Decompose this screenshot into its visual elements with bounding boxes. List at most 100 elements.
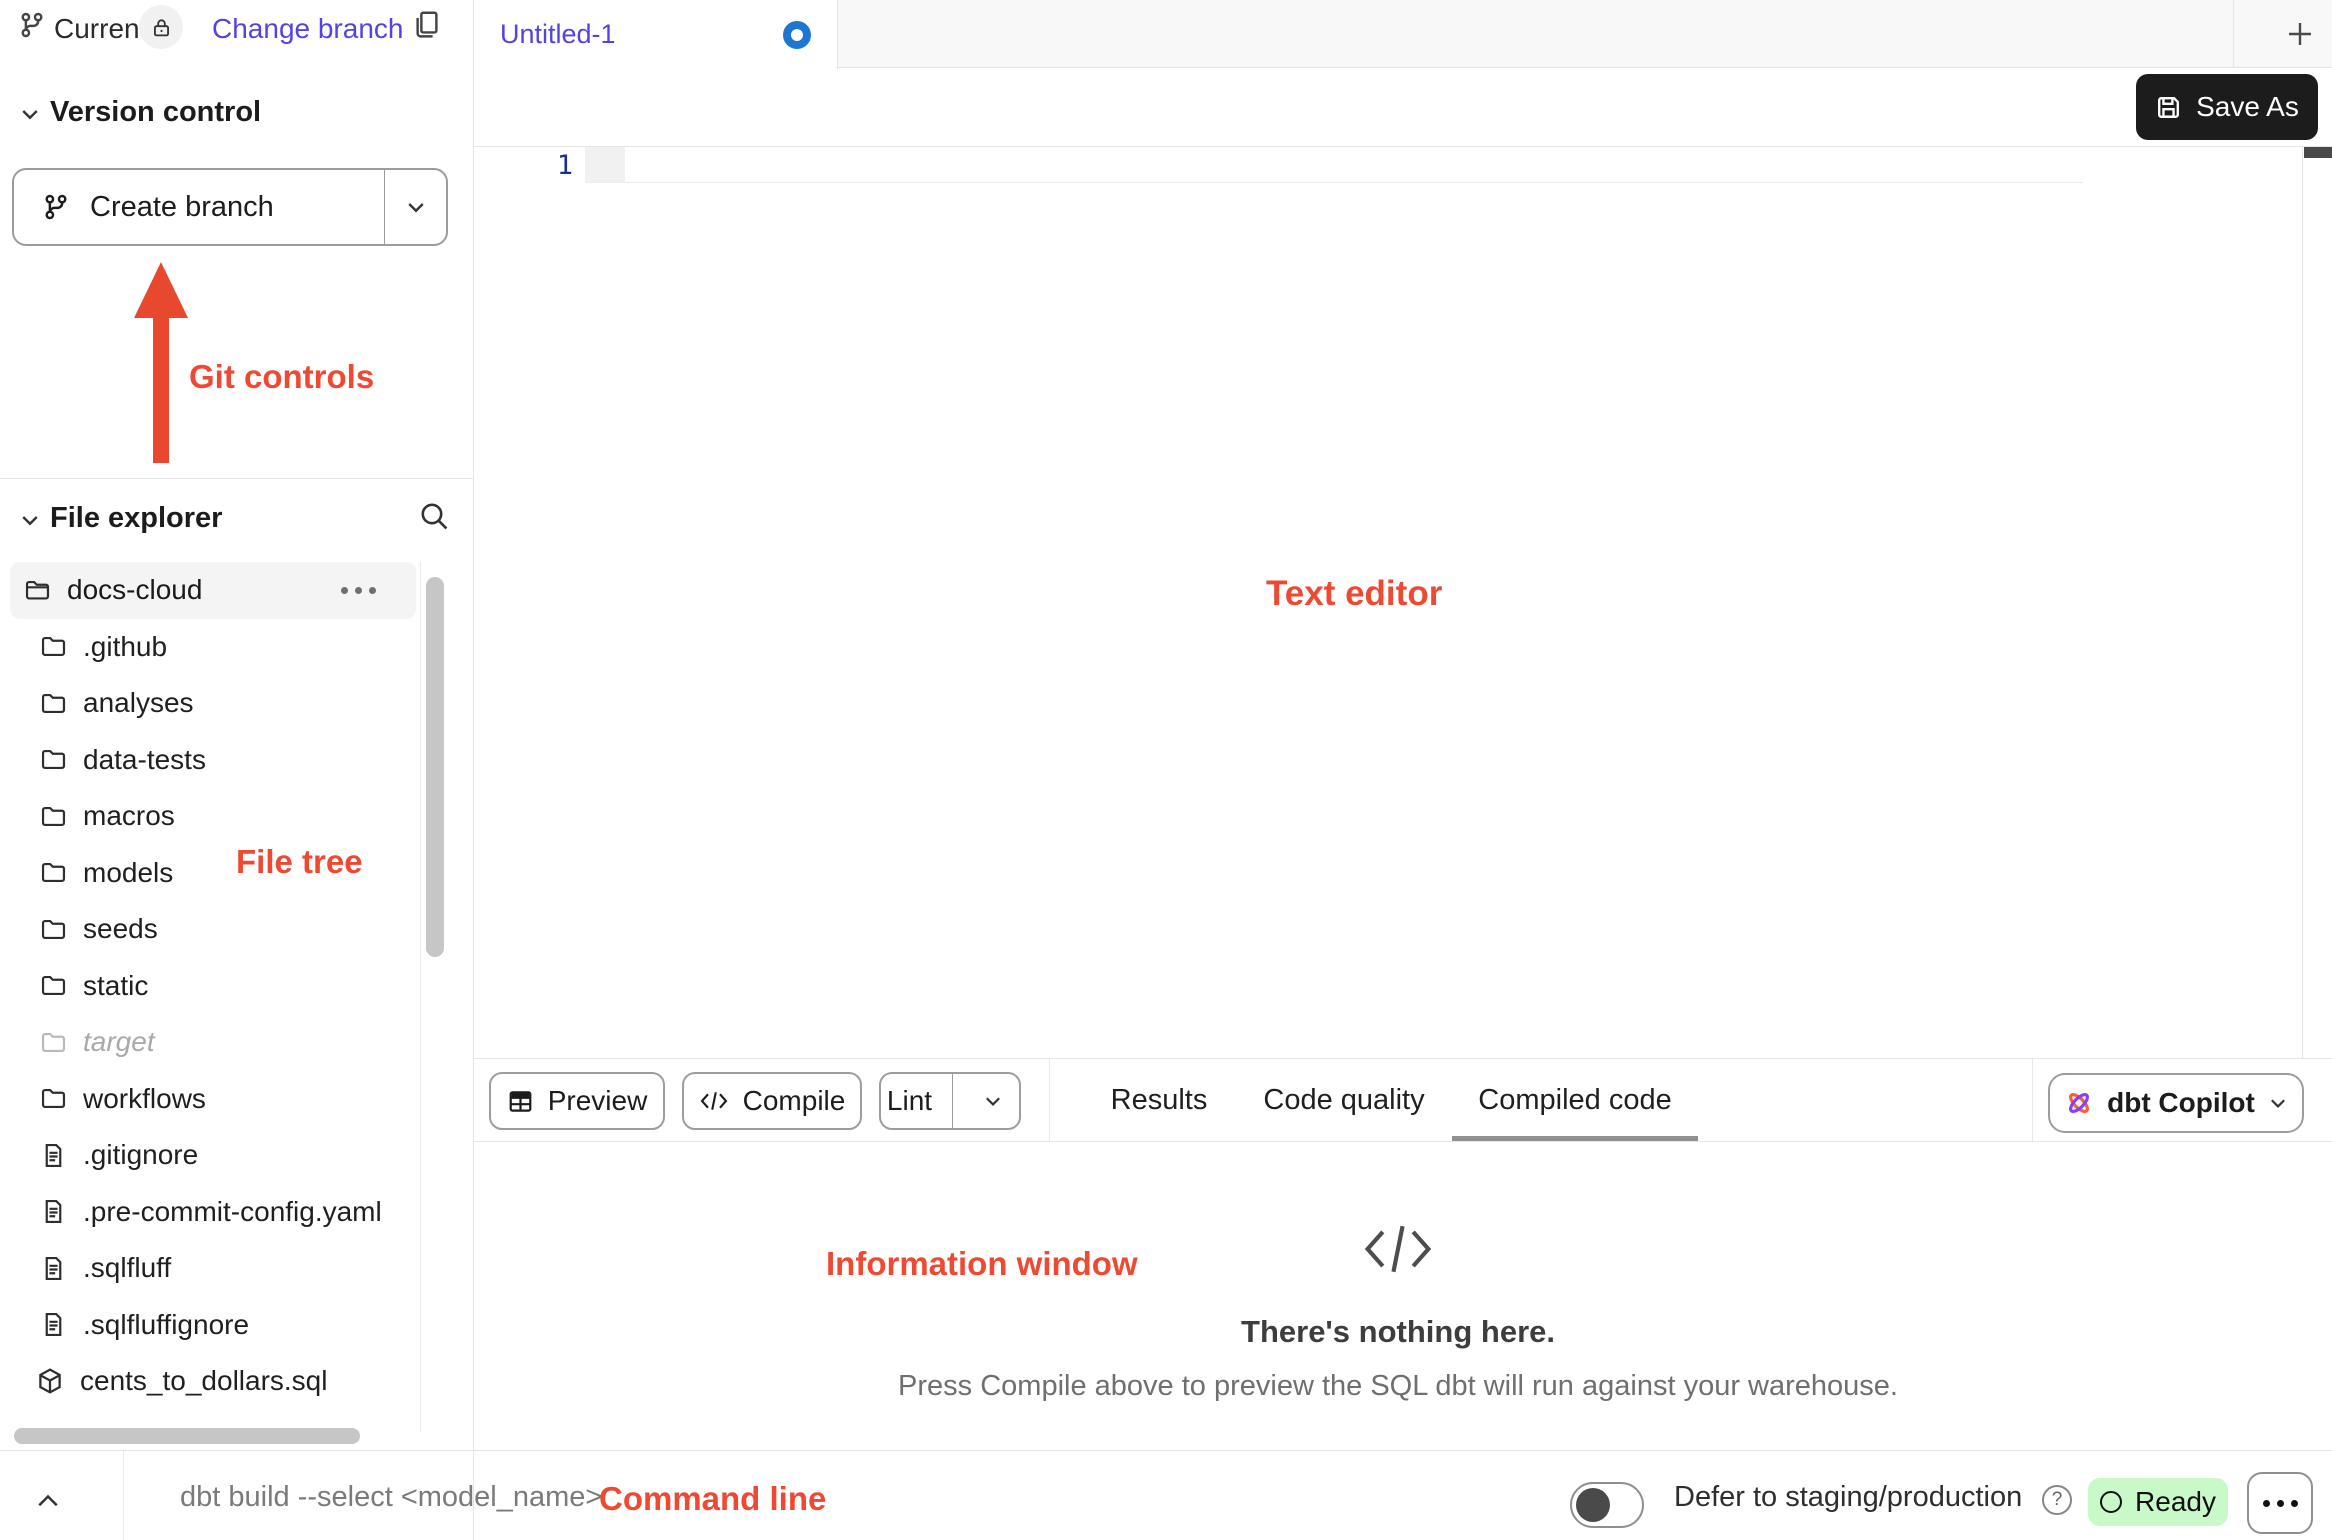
- folder-icon: [40, 916, 67, 943]
- lint-button-group[interactable]: Lint: [879, 1072, 1021, 1130]
- status-badge: Ready: [2088, 1478, 2228, 1526]
- toggle-knob: [1576, 1488, 1610, 1522]
- lint-label[interactable]: Lint: [881, 1085, 938, 1117]
- version-control-header: Version control: [50, 96, 261, 129]
- tree-item-sqlfluffignore[interactable]: .sqlfluffignore: [10, 1297, 416, 1354]
- collapse-version-control-icon[interactable]: [18, 102, 42, 126]
- preview-label: Preview: [548, 1085, 648, 1117]
- copy-icon[interactable]: [412, 9, 442, 39]
- create-branch-split-divider: [384, 170, 385, 244]
- more-options-icon[interactable]: [341, 587, 376, 594]
- chevron-up-icon[interactable]: [34, 1488, 62, 1512]
- defer-label: Defer to staging/production: [1674, 1481, 2022, 1514]
- tree-item-cents-to-dollars[interactable]: cents_to_dollars.sql: [10, 1353, 416, 1410]
- tree-item-label: .github: [83, 631, 167, 663]
- tree-item-label: data-tests: [83, 744, 206, 776]
- tree-item-sqlfluff[interactable]: .sqlfluff: [10, 1240, 416, 1297]
- tree-item-analyses[interactable]: analyses: [10, 675, 416, 732]
- compile-label: Compile: [743, 1085, 846, 1117]
- editor-active-line[interactable]: [625, 148, 2083, 181]
- search-icon[interactable]: [418, 500, 450, 532]
- dbt-cloud-ide: Current Change branch Version control Cr…: [0, 0, 2332, 1540]
- empty-state-subtitle: Press Compile above to preview the SQL d…: [768, 1370, 2028, 1403]
- unsaved-changes-dot: [783, 21, 811, 49]
- editor-scrollbar-thumb[interactable]: [2304, 147, 2332, 158]
- compile-button[interactable]: Compile: [682, 1072, 862, 1130]
- folder-icon: [40, 633, 67, 660]
- panel-tab-label: Compiled code: [1478, 1084, 1671, 1117]
- panel-tab-label: Code quality: [1263, 1084, 1424, 1117]
- panel-toolbar-border: [474, 1141, 2332, 1142]
- save-icon: [2155, 94, 2182, 121]
- information-window-annotation: Information window: [826, 1245, 1138, 1283]
- sidebar-border: [473, 0, 474, 1540]
- collapse-file-explorer-icon[interactable]: [18, 508, 42, 532]
- code-empty-state-icon: [1360, 1218, 1436, 1280]
- tree-item-label: .pre-commit-config.yaml: [83, 1196, 382, 1228]
- file-tree: docs-cloud .github analyses data-tests m…: [10, 562, 416, 1410]
- scrollbar-track: [420, 562, 421, 1432]
- horizontal-scrollbar-thumb[interactable]: [14, 1428, 360, 1444]
- tree-item-seeds[interactable]: seeds: [10, 901, 416, 958]
- file-icon: [40, 1311, 67, 1338]
- folder-icon: [40, 803, 67, 830]
- vertical-scrollbar-thumb[interactable]: [426, 577, 444, 957]
- tree-item-docs-cloud[interactable]: docs-cloud: [10, 562, 416, 619]
- change-branch-link[interactable]: Change branch: [212, 13, 403, 45]
- help-icon[interactable]: ?: [2042, 1485, 2072, 1515]
- tree-item-target[interactable]: target: [10, 1014, 416, 1071]
- panel-tab-code-quality[interactable]: Code quality: [1244, 1059, 1444, 1141]
- lint-dropdown-icon[interactable]: [967, 1090, 1019, 1112]
- folder-icon: [40, 1029, 67, 1056]
- tree-item-static[interactable]: static: [10, 958, 416, 1015]
- folder-open-icon: [24, 577, 51, 604]
- git-branch-icon: [18, 11, 46, 39]
- git-branch-icon: [42, 193, 70, 221]
- save-as-label: Save As: [2196, 91, 2299, 123]
- panel-tab-compiled-code[interactable]: Compiled code: [1452, 1059, 1698, 1141]
- tree-item-pre-commit-config[interactable]: .pre-commit-config.yaml: [10, 1184, 416, 1241]
- folder-icon: [40, 746, 67, 773]
- command-input[interactable]: dbt build --select <model_name>: [180, 1481, 602, 1514]
- preview-button[interactable]: Preview: [489, 1072, 665, 1130]
- dbt-copilot-dropdown-icon: [2267, 1092, 2289, 1114]
- save-as-button[interactable]: Save As: [2136, 74, 2318, 140]
- editor-scroll-track-border: [2302, 147, 2303, 1058]
- defer-toggle[interactable]: [1570, 1482, 1644, 1528]
- status-bar-border: [0, 1450, 2332, 1451]
- panel-tab-results[interactable]: Results: [1084, 1059, 1234, 1141]
- tab-untitled-1[interactable]: Untitled-1: [474, 0, 838, 69]
- tree-item-gitignore[interactable]: .gitignore: [10, 1127, 416, 1184]
- command-line-annotation: Command line: [599, 1480, 826, 1518]
- current-branch-label: Current: [54, 13, 147, 45]
- file-icon: [40, 1142, 67, 1169]
- tree-item-label: docs-cloud: [67, 574, 202, 606]
- line-number: 1: [473, 150, 573, 181]
- tree-item-label: static: [83, 970, 148, 1002]
- tree-item-label: macros: [83, 800, 175, 832]
- branch-locked-icon: [139, 5, 183, 49]
- tree-item-data-tests[interactable]: data-tests: [10, 732, 416, 789]
- new-tab-button[interactable]: [2284, 18, 2316, 50]
- code-icon: [699, 1090, 729, 1112]
- tree-item-workflows[interactable]: workflows: [10, 1071, 416, 1128]
- more-menu-button[interactable]: [2247, 1472, 2313, 1534]
- ready-circle-icon: [2100, 1491, 2122, 1513]
- tree-item-label: models: [83, 857, 173, 889]
- editor-glyph-margin: [585, 147, 625, 182]
- tree-item-label: seeds: [83, 913, 158, 945]
- tab-strip-divider: [2233, 0, 2234, 68]
- create-branch-dropdown-icon[interactable]: [404, 195, 428, 219]
- create-branch-button[interactable]: Create branch: [12, 168, 448, 246]
- tree-item-macros[interactable]: macros: [10, 788, 416, 845]
- create-branch-label: Create branch: [90, 191, 274, 224]
- tree-item-github[interactable]: .github: [10, 619, 416, 676]
- tree-item-label: analyses: [83, 687, 194, 719]
- folder-icon: [40, 1085, 67, 1112]
- tree-item-label: .gitignore: [83, 1139, 198, 1171]
- git-controls-arrow: [134, 262, 188, 464]
- toolbar-divider-right: [2032, 1059, 2033, 1141]
- toolbar-divider: [1049, 1059, 1050, 1141]
- dbt-copilot-button[interactable]: dbt Copilot: [2048, 1073, 2304, 1133]
- tree-item-label: cents_to_dollars.sql: [80, 1365, 327, 1397]
